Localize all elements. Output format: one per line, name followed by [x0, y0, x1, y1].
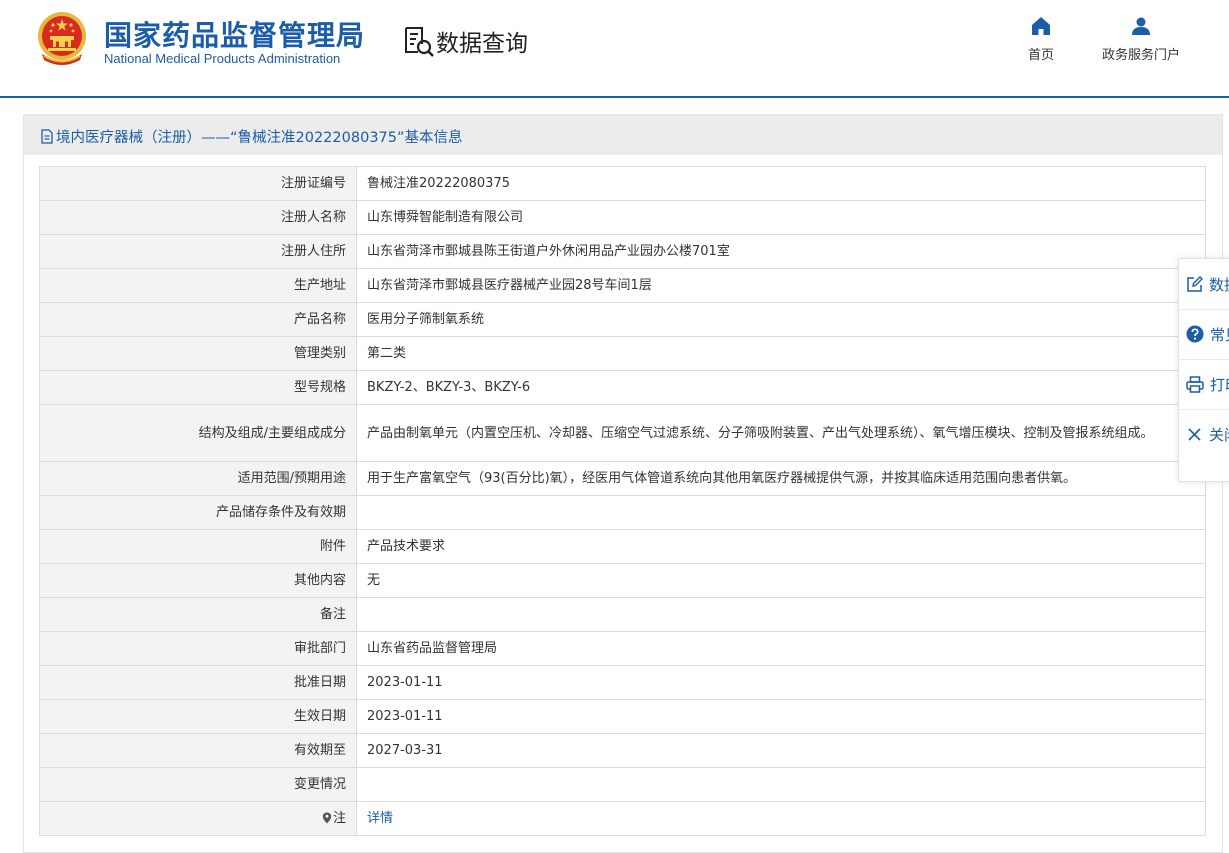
note-label-text: 注: [332, 811, 346, 826]
detail-panel: 境内医疗器械（注册）——“鲁械注准20222080375”基本信息 注册证编号 …: [23, 114, 1223, 853]
side-faq-button[interactable]: 常见: [1179, 309, 1229, 359]
row-label: 注册人住所: [39, 234, 357, 269]
print-icon: [1186, 375, 1204, 393]
table-row: 注册人住所 山东省菏泽市鄄城县陈王街道户外休闲用品产业园办公楼701室: [39, 234, 1206, 269]
panel-header: 境内医疗器械（注册）——“鲁械注准20222080375”基本信息: [24, 115, 1222, 155]
row-value: 2027-03-31: [356, 733, 1206, 768]
side-close-button[interactable]: 关闭: [1179, 409, 1229, 459]
row-label: 备注: [39, 597, 357, 632]
details-link[interactable]: 详情: [367, 811, 393, 826]
document-icon: [41, 129, 53, 144]
table-row: 适用范围/预期用途 用于生产富氧空气（93(百分比)氧），经医用气体管道系统向其…: [39, 461, 1206, 496]
location-pin-icon: [322, 812, 332, 824]
row-value: 鲁械注准20222080375: [356, 166, 1206, 201]
national-emblem-icon: [38, 12, 86, 65]
table-row: 批准日期 2023-01-11: [39, 665, 1206, 700]
help-icon: [1186, 325, 1204, 343]
row-value: 2023-01-11: [356, 665, 1206, 700]
row-label-note: 注: [39, 801, 357, 836]
table-row: 生产地址 山东省菏泽市鄄城县医疗器械产业园28号车间1层: [39, 268, 1206, 303]
side-data-button[interactable]: 数据: [1179, 259, 1229, 309]
user-icon: [1132, 17, 1150, 35]
home-icon: [1032, 17, 1050, 35]
row-label: 其他内容: [39, 563, 357, 598]
table-row: 注 详情: [39, 801, 1206, 836]
nav-home[interactable]: 首页: [1021, 16, 1061, 63]
table-row: 附件 产品技术要求: [39, 529, 1206, 564]
table-row: 审批部门 山东省药品监督管理局: [39, 631, 1206, 666]
data-query-heading: 数据查询: [402, 24, 528, 58]
table-row: 生效日期 2023-01-11: [39, 699, 1206, 734]
table-row: 变更情况: [39, 767, 1206, 802]
row-value: 山东博舜智能制造有限公司: [356, 200, 1206, 235]
row-label: 批准日期: [39, 665, 357, 700]
row-value: 医用分子筛制氧系统: [356, 302, 1206, 337]
document-search-icon: [405, 27, 434, 57]
panel-title: 境内医疗器械（注册）——“鲁械注准20222080375”基本信息: [40, 126, 463, 147]
row-label: 审批部门: [39, 631, 357, 666]
nav-gov-service-label: 政务服务门户: [1101, 48, 1180, 63]
side-close-label: 关闭: [1209, 425, 1229, 444]
agency-name-cn: 国家药品监督管理局: [104, 19, 366, 52]
row-label: 生效日期: [39, 699, 357, 734]
table-row: 注册人名称 山东博舜智能制造有限公司: [39, 200, 1206, 235]
nav-home-label: 首页: [1027, 48, 1054, 63]
agency-name-en: National Medical Products Administration: [104, 51, 341, 66]
side-print-label: 打印: [1210, 375, 1229, 394]
row-label: 产品名称: [39, 302, 357, 337]
row-label: 注册证编号: [39, 166, 357, 201]
row-label: 有效期至: [39, 733, 357, 768]
table-row: 产品名称 医用分子筛制氧系统: [39, 302, 1206, 337]
header-divider: [0, 96, 1229, 98]
table-row: 结构及组成/主要组成成分 产品由制氧单元（内置空压机、冷却器、压缩空气过滤系统、…: [39, 404, 1206, 462]
floating-side-toolbar: 数据 常见 打印 关闭: [1178, 258, 1229, 482]
data-query-title: 数据查询: [436, 31, 528, 57]
side-faq-label: 常见: [1210, 325, 1229, 344]
panel-title-text: 境内医疗器械（注册）——“鲁械注准20222080375”基本信息: [56, 130, 463, 146]
site-header: 国家药品监督管理局 National Medical Products Admi…: [0, 0, 1229, 97]
row-value: 无: [356, 563, 1206, 598]
row-value: BKZY-2、BKZY-3、BKZY-6: [356, 370, 1206, 405]
row-value: [356, 597, 1206, 632]
table-row: 型号规格 BKZY-2、BKZY-3、BKZY-6: [39, 370, 1206, 405]
table-row: 产品储存条件及有效期: [39, 495, 1206, 530]
row-label: 生产地址: [39, 268, 357, 303]
row-value: 产品技术要求: [356, 529, 1206, 564]
table-row: 注册证编号 鲁械注准20222080375: [39, 166, 1206, 201]
row-value: 第二类: [356, 336, 1206, 371]
row-value: 产品由制氧单元（内置空压机、冷却器、压缩空气过滤系统、分子筛吸附装置、产出气处理…: [356, 404, 1206, 462]
side-data-label: 数据: [1209, 275, 1229, 294]
row-label: 注册人名称: [39, 200, 357, 235]
row-value: 山东省菏泽市鄄城县医疗器械产业园28号车间1层: [356, 268, 1206, 303]
row-label: 附件: [39, 529, 357, 564]
row-value: 山东省菏泽市鄄城县陈王街道户外休闲用品产业园办公楼701室: [356, 234, 1206, 269]
row-label: 管理类别: [39, 336, 357, 371]
row-value: 用于生产富氧空气（93(百分比)氧），经医用气体管道系统向其他用氧医疗器械提供气…: [356, 461, 1206, 496]
side-print-button[interactable]: 打印: [1179, 359, 1229, 409]
table-row: 有效期至 2027-03-31: [39, 733, 1206, 768]
info-table: 注册证编号 鲁械注准20222080375 注册人名称 山东博舜智能制造有限公司…: [39, 166, 1206, 836]
row-label: 变更情况: [39, 767, 357, 802]
close-icon: [1188, 427, 1201, 441]
table-row: 备注: [39, 597, 1206, 632]
row-value: 山东省药品监督管理局: [356, 631, 1206, 666]
row-label: 适用范围/预期用途: [39, 461, 357, 496]
edit-icon: [1187, 275, 1203, 292]
nav-gov-service-portal[interactable]: 政务服务门户: [1096, 16, 1186, 63]
row-value: [356, 495, 1206, 530]
row-value: [356, 767, 1206, 802]
row-value: 2023-01-11: [356, 699, 1206, 734]
table-row: 管理类别 第二类: [39, 336, 1206, 371]
row-label: 结构及组成/主要组成成分: [39, 404, 357, 462]
row-label: 型号规格: [39, 370, 357, 405]
table-row: 其他内容 无: [39, 563, 1206, 598]
row-value: 详情: [356, 801, 1206, 836]
row-label: 产品储存条件及有效期: [39, 495, 357, 530]
